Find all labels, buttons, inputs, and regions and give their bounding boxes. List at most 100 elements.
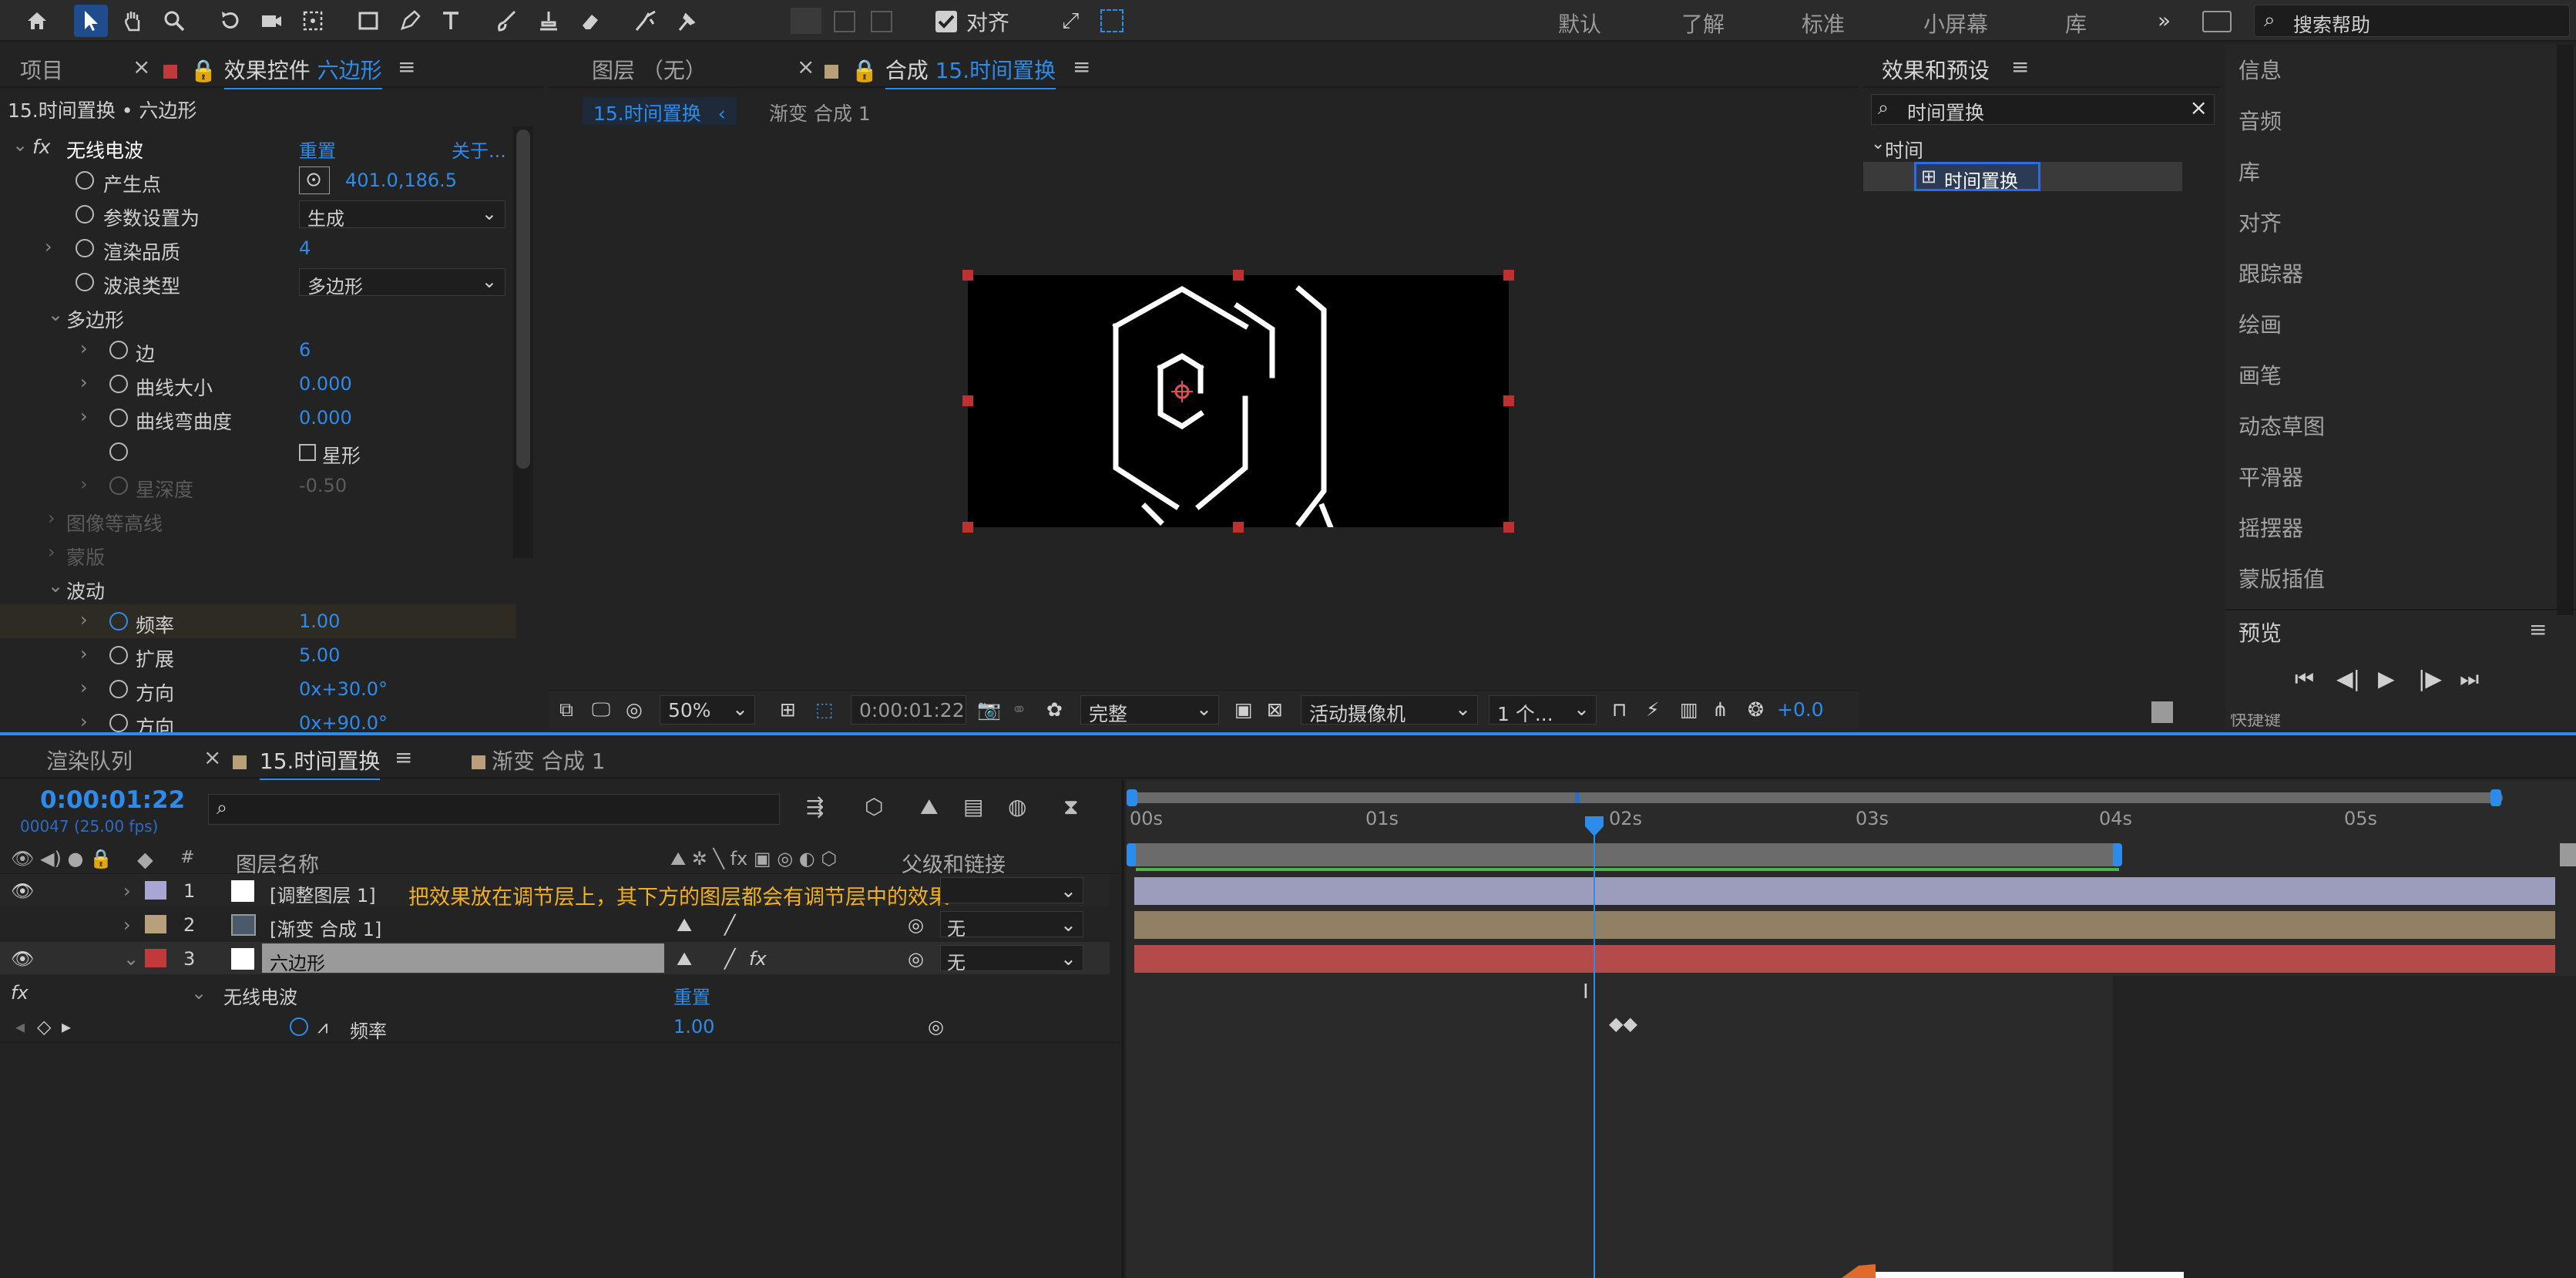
timeline-icon[interactable]: ▥ — [1680, 698, 1698, 721]
sub-prop-value[interactable]: 1.00 — [673, 1016, 714, 1038]
effect-header-row[interactable]: ⌄ fx 无线电波 重置 关于... — [0, 129, 516, 163]
panel-brushes[interactable]: 画笔 — [2238, 359, 2282, 390]
panel-info[interactable]: 信息 — [2238, 54, 2282, 85]
quality-switch-icon[interactable]: ╱ — [724, 948, 735, 970]
workspace-standard[interactable]: 标准 — [1802, 8, 1845, 39]
expand-caret-icon[interactable]: ⌄ — [48, 575, 63, 597]
layer-name[interactable]: 六边形 — [270, 948, 325, 975]
color-channels-icon[interactable]: ✿ — [1046, 698, 1063, 721]
navigator-end-handle[interactable] — [2490, 789, 2501, 806]
expand-caret-icon[interactable]: › — [80, 609, 88, 631]
snapshot-camera-icon[interactable]: 📷 — [977, 698, 1001, 721]
panel-align[interactable]: 对齐 — [2238, 207, 2282, 237]
effect-reset-link[interactable]: 重置 — [299, 136, 336, 163]
stopwatch-icon[interactable] — [76, 239, 94, 257]
stopwatch-icon[interactable] — [76, 171, 94, 190]
comp-nav-other[interactable]: 渐变 合成 1 — [769, 99, 871, 126]
show-snapshot-icon[interactable]: ⚭ — [1011, 698, 1027, 721]
expand-caret-icon[interactable]: › — [123, 914, 131, 936]
transform-handle[interactable] — [1233, 522, 1244, 533]
zoom-dropdown[interactable]: 50% ⌄ — [660, 695, 755, 725]
effect-about-link[interactable]: 关于... — [452, 136, 506, 163]
tab-gradient-comp[interactable]: 渐变 合成 1 — [465, 745, 606, 775]
prop-value-render-quality[interactable]: 4 — [299, 237, 311, 259]
quality-switch-icon[interactable]: ╱ — [724, 914, 735, 936]
effect-expand-icon[interactable]: ⌄ — [12, 134, 28, 156]
expand-caret-icon[interactable]: › — [80, 338, 88, 359]
expand-caret-icon[interactable]: › — [80, 677, 88, 698]
tab-project[interactable]: 项目 — [20, 54, 63, 85]
stopwatch-icon[interactable] — [109, 612, 128, 631]
parameters-set-at-dropdown[interactable]: 生成 ⌄ — [299, 200, 505, 230]
transform-handle[interactable] — [1503, 270, 1514, 281]
workspace-library[interactable]: 库 — [2065, 8, 2087, 39]
rectangle-tool-icon[interactable] — [351, 5, 385, 37]
add-keyframe-icon[interactable]: ◇ — [37, 1016, 51, 1038]
stopwatch-icon[interactable] — [109, 442, 128, 461]
monitor-icon[interactable]: 🖵 — [592, 698, 610, 721]
zoom-tool-icon[interactable] — [157, 5, 191, 37]
parent-dropdown[interactable]: ⌄ — [940, 877, 1083, 903]
transform-handle[interactable] — [962, 395, 973, 406]
effect-result-row[interactable]: ⊞ 时间置换 — [1863, 162, 2182, 192]
stopwatch-icon[interactable] — [109, 375, 128, 393]
world-axis-icon[interactable] — [834, 11, 855, 32]
pick-whip-icon[interactable]: ◎ — [908, 914, 924, 936]
region-of-interest-icon[interactable]: ▣ — [1234, 698, 1253, 721]
eraser-tool-icon[interactable] — [573, 5, 607, 37]
timeline-zoom-handle[interactable] — [2560, 843, 2576, 866]
stopwatch-icon[interactable] — [76, 273, 94, 291]
stopwatch-icon[interactable] — [109, 341, 128, 359]
fx-icon[interactable]: fx — [32, 136, 51, 158]
viewer-timecode[interactable]: 0:00:01:22 — [851, 695, 966, 725]
layer-row[interactable]: 👁 › 1 [调整图层 1] 把效果放在调节层上，其下方的图层都会有调节层中的效… — [0, 874, 1110, 910]
layer-row[interactable]: › 2 [渐变 合成 1] ⛰ ╱ ◎ 无 ⌄ — [0, 908, 1110, 940]
previous-frame-icon[interactable]: ◀| — [2336, 666, 2360, 691]
eye-icon[interactable]: 👁 — [11, 948, 34, 970]
keyframe-icon[interactable]: ◆◆ — [1609, 1013, 1637, 1034]
work-area-end-handle[interactable] — [2113, 843, 2122, 866]
brush-tool-icon[interactable] — [490, 5, 524, 37]
pick-whip-icon[interactable]: ◎ — [908, 948, 924, 970]
always-preview-icon[interactable]: ⧉ — [559, 698, 573, 721]
clone-stamp-tool-icon[interactable] — [532, 5, 566, 37]
mask-visibility-icon[interactable]: ⬚ — [815, 698, 834, 721]
exposure-value[interactable]: +0.0 — [1777, 698, 1824, 721]
pen-tool-icon[interactable] — [393, 5, 427, 37]
graph-editor-icon[interactable]: ⧗ — [1063, 794, 1079, 820]
toggle-pixel-aspect-icon[interactable]: ⊓ — [1612, 698, 1627, 721]
flowchart-icon[interactable]: ⋔ — [1712, 698, 1728, 721]
stopwatch-icon[interactable] — [76, 205, 94, 224]
prop-value-curve-size[interactable]: 0.000 — [299, 373, 352, 395]
expand-caret-icon[interactable]: › — [80, 643, 88, 664]
panel-wiggler[interactable]: 摇摆器 — [2238, 512, 2303, 543]
effects-search-input[interactable]: ⌕ 时间置换 × — [1871, 94, 2215, 125]
scrollbar-thumb[interactable] — [516, 129, 530, 469]
effect-category-time[interactable]: ⌄ 时间 — [1871, 134, 2195, 162]
playhead-handle-icon[interactable] — [1584, 816, 1604, 837]
timeline-timecode[interactable]: 0:00:01:22 — [40, 786, 185, 814]
comp-mini-flowchart-icon[interactable]: ⇶ — [806, 794, 824, 819]
selection-tool-icon[interactable] — [74, 5, 108, 37]
expand-caret-icon[interactable]: › — [123, 880, 131, 902]
preview-menu-icon[interactable]: ≡ — [2529, 617, 2547, 642]
snapping-icon[interactable] — [1100, 9, 1123, 32]
reset-exposure-icon[interactable]: ❂ — [1748, 698, 1764, 721]
wave-type-dropdown[interactable]: 多边形 ⌄ — [299, 268, 505, 298]
clear-search-icon[interactable]: × — [2190, 95, 2208, 120]
align-checkbox[interactable] — [935, 11, 957, 32]
close-tab-icon[interactable]: × — [133, 54, 150, 79]
snap-icon[interactable]: ⤢ — [1062, 8, 1079, 34]
hand-tool-icon[interactable] — [116, 5, 149, 37]
panel-preview-title[interactable]: 预览 — [2238, 617, 2282, 647]
prop-value-orientation[interactable]: 0x+30.0° — [299, 678, 388, 700]
panel-menu-icon[interactable]: ≡ — [398, 54, 415, 79]
panel-smoother[interactable]: 平滑器 — [2238, 461, 2303, 492]
motion-blur-icon[interactable]: ◍ — [1008, 794, 1026, 819]
workspace-more-icon[interactable]: » — [2158, 8, 2171, 33]
tab-layer-viewer[interactable]: 图层 （无） — [592, 54, 707, 85]
prop-value-frequency[interactable]: 1.00 — [299, 610, 340, 632]
panel-tracker[interactable]: 跟踪器 — [2238, 257, 2303, 288]
prop-value-expansion[interactable]: 5.00 — [299, 644, 340, 666]
draft-3d-icon[interactable]: ⬡ — [865, 794, 883, 819]
